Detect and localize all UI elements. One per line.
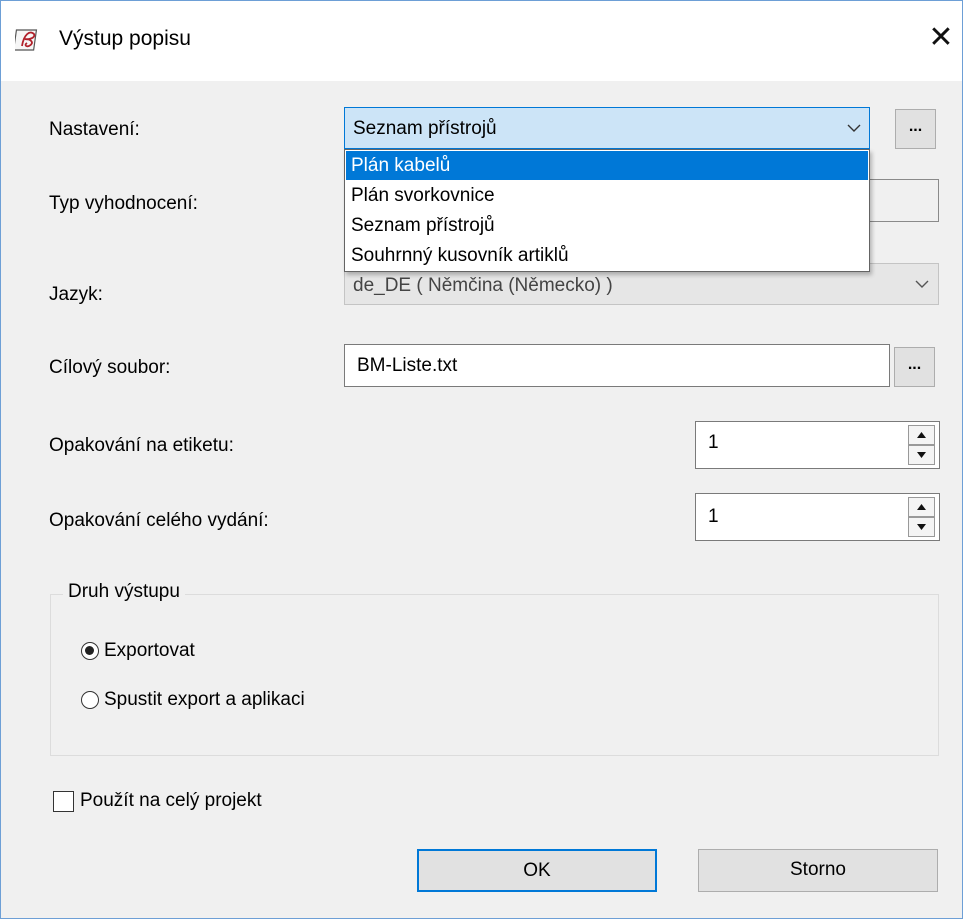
dropdown-option[interactable]: Plán kabelů xyxy=(346,151,868,180)
repetition-per-label-label: Opakování na etiketu: xyxy=(49,435,234,456)
target-file-input[interactable]: BM-Liste.txt xyxy=(344,344,890,387)
repetition-per-label-spinner[interactable]: 1 xyxy=(695,421,940,469)
export-and-launch-radio[interactable] xyxy=(81,691,99,709)
export-and-launch-radio-label[interactable]: Spustit export a aplikaci xyxy=(104,689,305,711)
spin-down-button[interactable] xyxy=(908,517,935,537)
close-icon[interactable]: ✕ xyxy=(921,18,961,58)
repetition-whole-output-value: 1 xyxy=(708,506,719,527)
settings-browse-button[interactable]: ... xyxy=(895,109,936,149)
dropdown-option[interactable]: Souhrnný kusovník artiklů xyxy=(346,241,868,270)
dropdown-option[interactable]: Plán svorkovnice xyxy=(346,181,868,210)
spin-up-button[interactable] xyxy=(908,425,935,445)
language-value: de_DE ( Němčina (Německo) ) xyxy=(353,275,613,296)
apply-whole-project-label[interactable]: Použít na celý projekt xyxy=(80,790,262,812)
cancel-button[interactable]: Storno xyxy=(698,849,938,892)
repetition-per-label-value: 1 xyxy=(708,432,719,453)
apply-whole-project-checkbox[interactable] xyxy=(53,791,74,812)
dropdown-option[interactable]: Seznam přístrojů xyxy=(346,211,868,240)
spin-down-button[interactable] xyxy=(908,445,935,465)
chevron-down-icon xyxy=(839,108,869,148)
settings-label: Nastavení: xyxy=(49,119,140,140)
chevron-down-icon xyxy=(907,264,937,304)
settings-combobox[interactable]: Seznam přístrojů xyxy=(344,107,870,149)
title-bar: Výstup popisu ✕ xyxy=(1,1,962,81)
target-file-value: BM-Liste.txt xyxy=(357,355,458,376)
evaluation-type-label: Typ vyhodnocení: xyxy=(49,193,198,214)
dialog-window: Výstup popisu ✕ Nastavení: Seznam přístr… xyxy=(0,0,963,919)
target-file-browse-button[interactable]: ... xyxy=(894,347,935,387)
settings-value: Seznam přístrojů xyxy=(353,118,497,139)
dialog-title: Výstup popisu xyxy=(59,27,191,50)
radio-selected-dot xyxy=(85,646,94,655)
ok-button[interactable]: OK xyxy=(417,849,657,892)
target-file-label: Cílový soubor: xyxy=(49,357,171,378)
language-label: Jazyk: xyxy=(49,284,103,305)
descriptive-output-icon xyxy=(12,26,41,52)
export-radio-label[interactable]: Exportovat xyxy=(104,640,195,662)
repetition-whole-output-label: Opakování celého vydání: xyxy=(49,510,269,531)
spin-up-button[interactable] xyxy=(908,497,935,517)
output-type-group xyxy=(50,594,939,756)
repetition-whole-output-spinner[interactable]: 1 xyxy=(695,493,940,541)
settings-dropdown-list: Plán kabelů Plán svorkovnice Seznam přís… xyxy=(344,149,870,272)
export-radio[interactable] xyxy=(81,642,99,660)
output-type-group-title: Druh výstupu xyxy=(63,581,185,603)
